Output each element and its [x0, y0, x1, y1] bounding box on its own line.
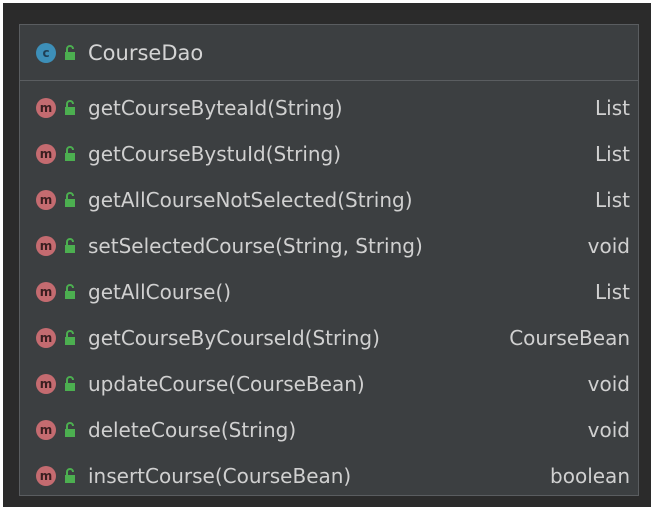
public-lock-icon: [65, 238, 75, 253]
public-lock-icon: [65, 100, 75, 115]
method-icon: m: [36, 190, 56, 210]
public-lock-icon: [65, 192, 75, 207]
method-list: m getCourseByteaId(String) List m getCourseB…: [20, 85, 638, 499]
method-signature: getAllCourseNotSelected(String): [88, 188, 413, 212]
method-row[interactable]: m deleteCourse(String) void: [20, 407, 638, 453]
method-icon: m: [36, 328, 56, 348]
method-return-type: List: [595, 280, 630, 304]
method-return-type: boolean: [550, 464, 630, 488]
method-signature: getCourseByCourseId(String): [88, 326, 380, 350]
method-return-type: void: [587, 418, 630, 442]
method-signature: insertCourse(CourseBean): [88, 464, 352, 488]
diagram-frame: c CourseDao m getCourseByteaId(String) Lis…: [3, 3, 651, 507]
method-signature: getCourseBystuId(String): [88, 142, 342, 166]
method-icon: m: [36, 374, 56, 394]
method-return-type: void: [587, 234, 630, 258]
method-row[interactable]: m getAllCourseNotSelected(String) List: [20, 177, 638, 223]
method-icon: m: [36, 98, 56, 118]
method-icon: m: [36, 236, 56, 256]
method-icon: m: [36, 282, 56, 302]
public-lock-icon: [65, 44, 75, 60]
method-signature: getCourseByteaId(String): [88, 96, 343, 120]
method-row[interactable]: m setSelectedCourse(String, String) void: [20, 223, 638, 269]
method-icon: m: [36, 420, 56, 440]
method-return-type: List: [595, 96, 630, 120]
public-lock-icon: [65, 422, 75, 437]
method-row[interactable]: m getCourseByteaId(String) List: [20, 85, 638, 131]
public-lock-icon: [65, 284, 75, 299]
method-return-type: List: [595, 188, 630, 212]
public-lock-icon: [65, 330, 75, 345]
public-lock-icon: [65, 146, 75, 161]
class-name: CourseDao: [88, 40, 204, 65]
method-row[interactable]: m insertCourse(CourseBean) boolean: [20, 453, 638, 499]
public-lock-icon: [65, 376, 75, 391]
method-row[interactable]: m updateCourse(CourseBean) void: [20, 361, 638, 407]
method-row[interactable]: m getCourseByCourseId(String) CourseBean: [20, 315, 638, 361]
method-return-type: void: [587, 372, 630, 396]
method-signature: getAllCourse(): [88, 280, 232, 304]
method-icon: m: [36, 466, 56, 486]
method-signature: updateCourse(CourseBean): [88, 372, 365, 396]
method-signature: deleteCourse(String): [88, 418, 297, 442]
method-row[interactable]: m getAllCourse() List: [20, 269, 638, 315]
class-header[interactable]: c CourseDao: [20, 25, 638, 81]
method-row[interactable]: m getCourseBystuId(String) List: [20, 131, 638, 177]
method-return-type: List: [595, 142, 630, 166]
method-icon: m: [36, 144, 56, 164]
class-box[interactable]: c CourseDao m getCourseByteaId(String) Lis…: [19, 24, 639, 496]
public-lock-icon: [65, 468, 75, 483]
class-icon: c: [36, 42, 56, 63]
method-return-type: CourseBean: [509, 326, 630, 350]
method-signature: setSelectedCourse(String, String): [88, 234, 423, 258]
